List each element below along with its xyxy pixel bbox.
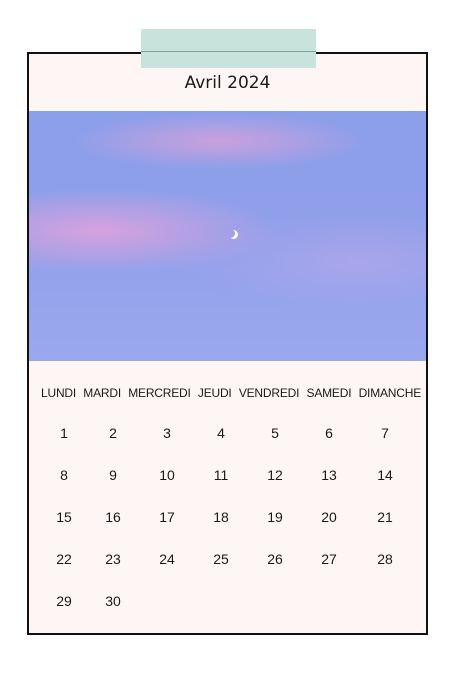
sky-photo xyxy=(29,111,426,361)
day-grid: 1 2 3 4 5 6 7 8 9 10 11 12 13 14 15 16 1… xyxy=(37,412,419,622)
day-cell: 8 xyxy=(60,467,68,483)
day-cell: 20 xyxy=(321,509,337,525)
crescent-moon-icon xyxy=(226,229,235,238)
day-cell: 25 xyxy=(213,551,229,567)
day-cell: 15 xyxy=(56,509,72,525)
day-cell: 24 xyxy=(159,551,175,567)
day-cell: 11 xyxy=(213,467,229,483)
day-cell: 14 xyxy=(377,467,393,483)
weekday-wednesday: MERCREDI xyxy=(128,386,191,400)
weekday-friday: VENDREDI xyxy=(238,386,300,400)
day-cell: 27 xyxy=(321,551,337,567)
weekday-monday: LUNDI xyxy=(41,386,77,400)
day-cell: 1 xyxy=(60,425,68,441)
day-cell: 18 xyxy=(213,509,229,525)
day-cell: 23 xyxy=(105,551,121,567)
day-cell: 30 xyxy=(105,593,121,609)
day-cell: 9 xyxy=(109,467,117,483)
day-cell: 7 xyxy=(381,425,389,441)
weekday-saturday: SAMEDI xyxy=(306,386,352,400)
day-cell: 28 xyxy=(377,551,393,567)
day-cell: 6 xyxy=(325,425,333,441)
weekday-sunday: DIMANCHE xyxy=(358,386,422,400)
weekday-header: LUNDI MARDI MERCREDI JEUDI VENDREDI SAME… xyxy=(41,386,421,400)
day-cell: 5 xyxy=(271,425,279,441)
day-cell: 16 xyxy=(105,509,121,525)
tape-line xyxy=(141,51,316,52)
day-cell: 21 xyxy=(377,509,393,525)
day-cell: 3 xyxy=(163,425,171,441)
day-cell: 2 xyxy=(109,425,117,441)
weekday-thursday: JEUDI xyxy=(197,386,232,400)
day-cell: 10 xyxy=(159,467,175,483)
calendar-page: Avril 2024 LUNDI MARDI MERCREDI JEUDI VE… xyxy=(27,52,428,635)
day-cell: 4 xyxy=(217,425,225,441)
calendar-title: Avril 2024 xyxy=(184,73,271,93)
day-cell: 22 xyxy=(56,551,72,567)
washi-tape xyxy=(141,29,316,68)
day-cell: 13 xyxy=(321,467,337,483)
day-cell: 12 xyxy=(267,467,283,483)
day-cell: 26 xyxy=(267,551,283,567)
day-cell: 17 xyxy=(159,509,175,525)
day-cell: 19 xyxy=(267,509,283,525)
day-cell: 29 xyxy=(56,593,72,609)
weekday-tuesday: MARDI xyxy=(83,386,121,400)
